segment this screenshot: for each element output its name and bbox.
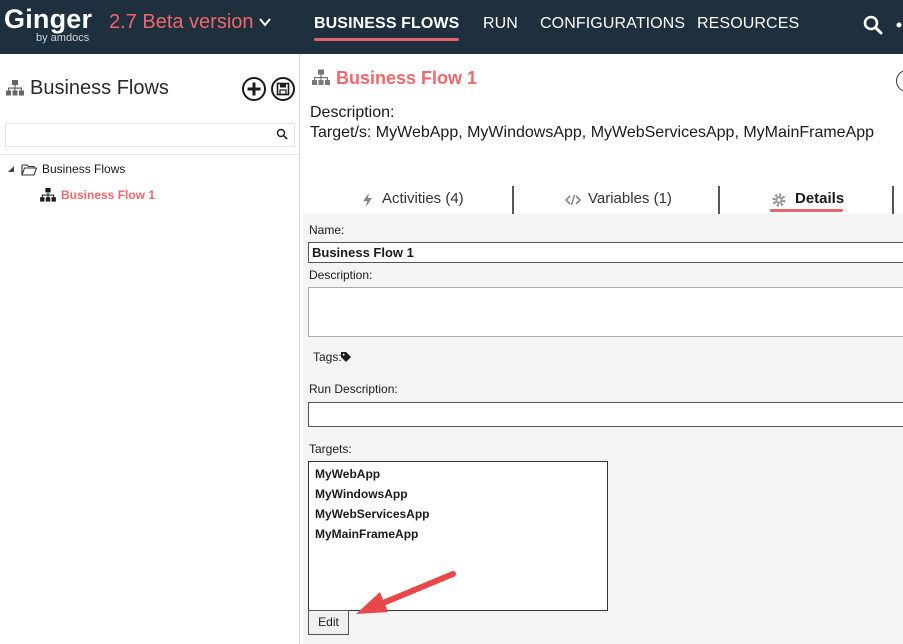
tab-active-indicator	[770, 209, 843, 212]
targets-summary: Target/s: MyWebApp, MyWindowsApp, MyWebS…	[310, 124, 875, 141]
tab-separator	[892, 186, 894, 214]
annotation-arrow-icon	[356, 571, 456, 614]
name-label: Name:	[309, 223, 345, 237]
nav-run[interactable]: RUN	[483, 15, 518, 33]
options-button[interactable]	[896, 70, 903, 92]
run-description-field[interactable]	[308, 402, 903, 427]
edit-targets-button[interactable]: Edit	[308, 610, 349, 635]
name-field[interactable]: Business Flow 1	[308, 242, 903, 263]
folder-open-icon	[21, 164, 37, 176]
gear-icon	[772, 193, 786, 207]
tag-icon[interactable]	[340, 351, 352, 363]
nav-configurations[interactable]: CONFIGURATIONS	[540, 15, 685, 33]
description-field[interactable]	[308, 287, 903, 337]
tab-variables[interactable]: Variables (1)	[588, 190, 672, 207]
version-selector[interactable]: 2.7 Beta version	[109, 11, 254, 34]
list-item[interactable]: MyMainFrameApp	[315, 527, 418, 541]
save-icon	[276, 82, 290, 96]
explorer-search-input[interactable]	[5, 123, 295, 147]
plus-icon	[247, 82, 261, 96]
list-item[interactable]: MyWindowsApp	[315, 487, 408, 501]
sitemap-icon	[40, 188, 56, 202]
top-bar: Ginger by amdocs 2.7 Beta version BUSINE…	[0, 0, 903, 54]
tree-item-business-flows[interactable]: Business Flows	[42, 162, 125, 176]
run-description-label: Run Description:	[309, 382, 398, 396]
search-icon[interactable]	[863, 15, 883, 35]
tree-item-business-flow-1[interactable]: Business Flow 1	[61, 188, 155, 202]
expand-arrow-icon[interactable]	[7, 165, 15, 173]
add-button[interactable]	[242, 77, 266, 101]
tab-separator	[512, 186, 514, 214]
sitemap-icon	[312, 69, 330, 85]
logo-by: by amdocs	[36, 32, 90, 44]
list-item[interactable]: MyWebServicesApp	[315, 507, 430, 521]
tab-activities[interactable]: Activities (4)	[382, 190, 464, 207]
page-title: Business Flow 1	[336, 68, 478, 88]
app-logo[interactable]: Ginger by amdocs	[4, 4, 93, 44]
nav-active-indicator	[314, 38, 459, 41]
more-icon[interactable]	[895, 18, 903, 32]
search-icon[interactable]	[276, 128, 288, 140]
explorer-title: Business Flows	[30, 77, 169, 99]
description-summary: Description:	[310, 104, 395, 121]
explorer-panel: Business Flows Business Flows Business F…	[0, 54, 300, 644]
list-item[interactable]: MyWebApp	[315, 467, 380, 481]
chevron-down-icon[interactable]	[258, 15, 272, 29]
sitemap-icon	[6, 80, 24, 96]
nav-business-flows[interactable]: BUSINESS FLOWS	[314, 15, 459, 33]
tab-details[interactable]: Details	[795, 190, 844, 207]
save-button[interactable]	[271, 77, 295, 101]
logo-name: Ginger	[4, 4, 93, 34]
nav-resources[interactable]: RESOURCES	[697, 15, 799, 33]
code-icon	[565, 194, 581, 206]
lightning-icon	[363, 193, 372, 207]
targets-label: Targets:	[309, 442, 352, 456]
tab-separator	[718, 186, 720, 214]
tags-label: Tags:	[313, 350, 342, 364]
description-label: Description:	[309, 268, 373, 282]
divider	[0, 154, 300, 155]
